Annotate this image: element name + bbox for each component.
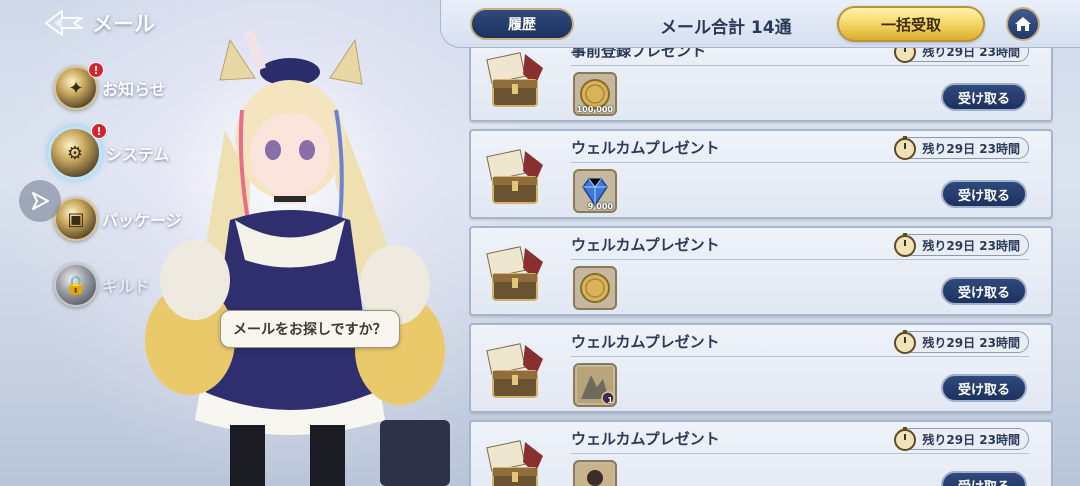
- time-remaining: 残り29日 23時間: [894, 136, 1029, 160]
- mail-title: ウェルカムプレゼント: [571, 333, 720, 351]
- mail-card: ウェルカムプレゼント 残り29日 23時間 9,000 受け取る: [469, 129, 1053, 219]
- gift-chest-icon: [486, 246, 543, 301]
- mail-list[interactable]: 事前登録プレゼント 残り29日 23時間 100,000 受け取る ウェルカムプ…: [469, 48, 1053, 486]
- divider: [571, 356, 1029, 357]
- bell-notice-icon: ✦ !: [54, 62, 104, 110]
- reward-quantity: 9,000: [587, 202, 613, 211]
- time-remaining: 残り29日 23時間: [894, 233, 1029, 257]
- sidebar-item-label: ギルド: [102, 277, 151, 296]
- gift-chest-icon: [486, 440, 543, 486]
- stopwatch-icon: [894, 330, 917, 354]
- mail-title: ウェルカムプレゼント: [571, 430, 720, 448]
- back-arrow-icon[interactable]: [44, 9, 84, 37]
- time-remaining: 残り29日 23時間: [894, 427, 1029, 451]
- lock-icon: 🔒: [54, 263, 98, 307]
- reward-item[interactable]: 9,000: [573, 169, 617, 213]
- home-icon: [1015, 17, 1031, 31]
- sidebar-item-guild[interactable]: 🔒 ギルド: [54, 263, 150, 307]
- history-button[interactable]: 履歴: [470, 8, 574, 40]
- mail-card: ウェルカムプレゼント 残り29日 23時間 受け取る: [469, 420, 1053, 486]
- gift-chest-icon: [486, 52, 543, 107]
- reward-item[interactable]: 1: [573, 363, 617, 407]
- reward-item[interactable]: [573, 460, 617, 486]
- speech-bubble: メールをお探しですか？: [220, 310, 400, 348]
- gift-chest-icon: [486, 343, 543, 398]
- mail-count: メール合計 14通: [660, 18, 792, 38]
- claim-button[interactable]: 受け取る: [941, 180, 1027, 208]
- divider: [571, 65, 1029, 66]
- guide-character: [145, 29, 450, 486]
- mail-title: ウェルカムプレゼント: [571, 236, 720, 254]
- sidebar-item-label: システム: [106, 145, 170, 164]
- time-remaining-label: 残り29日 23時間: [922, 238, 1020, 253]
- sidebar-item-package[interactable]: ▣ パッケージ: [54, 197, 182, 241]
- gear-icon: ⚙ !: [48, 123, 107, 180]
- mail-card: 事前登録プレゼント 残り29日 23時間 100,000 受け取る: [469, 48, 1053, 122]
- page-title: メール: [92, 12, 155, 36]
- home-button[interactable]: [1006, 7, 1040, 41]
- page-header: メール: [44, 8, 155, 38]
- time-remaining: 残り29日 23時間: [894, 48, 1029, 63]
- stopwatch-icon: [894, 48, 917, 63]
- stopwatch-icon: [894, 427, 917, 451]
- divider: [571, 453, 1029, 454]
- stopwatch-icon: [894, 136, 917, 160]
- gold-coin-icon: [580, 273, 610, 303]
- stopwatch-icon: [894, 233, 917, 257]
- alert-badge: !: [88, 62, 104, 78]
- sidebar-item-label: パッケージ: [102, 211, 182, 230]
- claim-button[interactable]: 受け取る: [941, 83, 1027, 111]
- time-remaining: 残り29日 23時間: [894, 330, 1029, 354]
- time-remaining-label: 残り29日 23時間: [922, 432, 1020, 447]
- claim-button[interactable]: 受け取る: [941, 471, 1027, 486]
- time-remaining-label: 残り29日 23時間: [922, 335, 1020, 350]
- reward-item[interactable]: [573, 266, 617, 310]
- reward-quantity: 100,000: [576, 105, 613, 114]
- sidebar-item-system[interactable]: ⚙ ! システム: [48, 123, 170, 180]
- time-remaining-label: 残り29日 23時間: [922, 141, 1020, 156]
- divider: [571, 259, 1029, 260]
- sidebar-item-notice[interactable]: ✦ ! お知らせ: [54, 62, 166, 110]
- sidebar-item-label: お知らせ: [102, 80, 166, 99]
- time-remaining-label: 残り29日 23時間: [922, 48, 1020, 59]
- character-card-icon: [577, 464, 613, 486]
- collect-all-button[interactable]: 一括受取: [837, 6, 985, 42]
- mail-title: ウェルカムプレゼント: [571, 139, 720, 157]
- reward-quantity: 1: [607, 396, 613, 405]
- claim-button[interactable]: 受け取る: [941, 374, 1027, 402]
- auto-play-button[interactable]: [19, 180, 61, 222]
- gift-chest-icon: [486, 149, 543, 204]
- reward-item[interactable]: 100,000: [573, 72, 617, 116]
- mail-card: ウェルカムプレゼント 残り29日 23時間 1 受け取る: [469, 323, 1053, 413]
- mail-title: 事前登録プレゼント: [571, 48, 707, 60]
- mail-card: ウェルカムプレゼント 残り29日 23時間 受け取る: [469, 226, 1053, 316]
- divider: [571, 162, 1029, 163]
- play-arrow-icon: [32, 192, 49, 210]
- alert-badge: !: [91, 123, 107, 139]
- claim-button[interactable]: 受け取る: [941, 277, 1027, 305]
